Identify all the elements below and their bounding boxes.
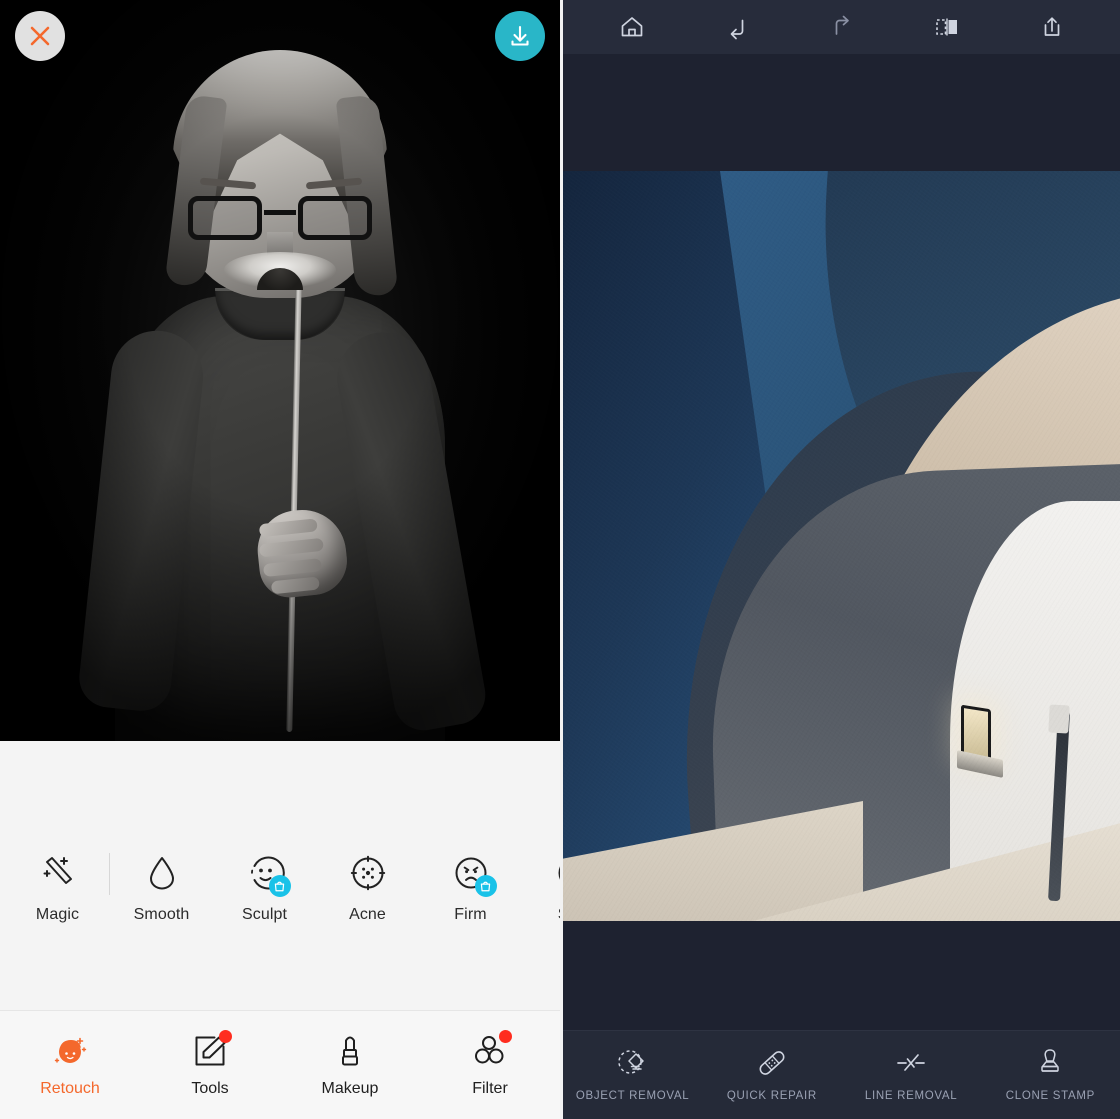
undo-button[interactable] xyxy=(714,7,760,47)
three-circles-icon xyxy=(470,1031,510,1071)
compare-button[interactable] xyxy=(924,7,970,47)
redo-arrow-icon xyxy=(829,14,855,40)
retouch-tool-row[interactable]: Magic Smooth xyxy=(0,851,560,924)
glasses-right-lens xyxy=(298,196,372,240)
water-drop-icon xyxy=(140,851,184,895)
retouch-tool-strip: Magic Smooth xyxy=(0,741,560,1010)
nav-item-label: Tools xyxy=(191,1080,228,1098)
tool-label: CLONE STAMP xyxy=(1006,1090,1095,1102)
retouch-tool-label: Sculpt xyxy=(242,906,287,924)
save-download-button[interactable] xyxy=(495,11,545,61)
home-icon xyxy=(619,14,645,40)
portrait-photo xyxy=(0,0,560,741)
home-button[interactable] xyxy=(609,7,655,47)
glasses-left-lens xyxy=(188,196,262,240)
nav-item-filter[interactable]: Filter xyxy=(420,1031,560,1098)
close-button[interactable] xyxy=(15,11,65,61)
tool-line-removal[interactable]: LINE REMOVAL xyxy=(842,1043,981,1102)
shopping-bag-badge xyxy=(269,875,291,897)
architecture-photo xyxy=(563,171,1120,921)
flower-head xyxy=(224,252,336,288)
finger xyxy=(263,558,322,577)
tool-clone-stamp[interactable]: CLONE STAMP xyxy=(981,1043,1120,1102)
download-icon xyxy=(506,22,534,50)
lipstick-icon xyxy=(330,1031,370,1071)
arch-slot-cap xyxy=(1048,704,1069,733)
left-editor-panel: Magic Smooth xyxy=(0,0,560,1119)
retouch-tool-acne[interactable]: Acne xyxy=(316,851,419,924)
retouch-tool-magic[interactable]: Magic xyxy=(6,851,109,924)
nav-item-label: Retouch xyxy=(40,1080,100,1098)
tool-label: QUICK REPAIR xyxy=(727,1090,817,1102)
face-skin-icon xyxy=(552,851,561,895)
object-removal-icon xyxy=(613,1043,653,1083)
right-editor-panel: OBJECT REMOVAL QUICK REPAIR xyxy=(560,0,1120,1119)
finger xyxy=(271,576,320,594)
architecture-photo-canvas[interactable] xyxy=(563,54,1120,1030)
nav-item-retouch[interactable]: Retouch xyxy=(0,1031,140,1098)
glasses-bridge xyxy=(264,210,296,215)
face-sculpt-icon xyxy=(243,851,287,895)
nav-item-label: Filter xyxy=(472,1080,508,1098)
magic-wand-icon xyxy=(36,851,80,895)
share-button[interactable] xyxy=(1029,7,1075,47)
line-removal-icon xyxy=(891,1043,931,1083)
tool-quick-repair[interactable]: QUICK REPAIR xyxy=(702,1043,841,1102)
close-x-icon xyxy=(27,23,53,49)
tool-object-removal[interactable]: OBJECT REMOVAL xyxy=(563,1043,702,1102)
acne-target-icon xyxy=(346,851,390,895)
pencil-square-icon xyxy=(190,1031,230,1071)
bottom-navigation-bar[interactable]: Retouch Tools Makeup xyxy=(0,1010,560,1119)
tool-label: OBJECT REMOVAL xyxy=(576,1090,690,1102)
redo-button[interactable] xyxy=(819,7,865,47)
finger xyxy=(259,538,324,558)
retouch-tool-label: Smooth xyxy=(134,906,190,924)
retouch-tool-label: Magic xyxy=(36,906,79,924)
before-after-compare-icon xyxy=(933,14,961,40)
nav-item-makeup[interactable]: Makeup xyxy=(280,1031,420,1098)
retouch-tool-label: Firm xyxy=(454,906,486,924)
retouch-tool-skin[interactable]: Skin xyxy=(522,851,560,924)
nav-item-label: Makeup xyxy=(322,1080,379,1098)
shopping-bag-badge xyxy=(475,875,497,897)
top-toolbar[interactable] xyxy=(563,0,1120,54)
undo-arrow-icon xyxy=(724,14,750,40)
retouch-bottom-toolbar[interactable]: OBJECT REMOVAL QUICK REPAIR xyxy=(563,1030,1120,1119)
notification-dot xyxy=(499,1030,512,1043)
bandage-icon xyxy=(752,1043,792,1083)
retouch-tool-smooth[interactable]: Smooth xyxy=(110,851,213,924)
notification-dot xyxy=(219,1030,232,1043)
retouch-tool-label: Acne xyxy=(349,906,386,924)
tool-label: LINE REMOVAL xyxy=(865,1090,958,1102)
nav-item-tools[interactable]: Tools xyxy=(140,1031,280,1098)
retouch-tool-firm[interactable]: Firm xyxy=(419,851,522,924)
portrait-photo-canvas[interactable] xyxy=(0,0,560,741)
face-firm-icon xyxy=(449,851,493,895)
share-export-icon xyxy=(1039,14,1065,40)
retouch-tool-sculpt[interactable]: Sculpt xyxy=(213,851,316,924)
face-retouch-icon xyxy=(50,1031,90,1071)
clone-stamp-icon xyxy=(1030,1043,1070,1083)
